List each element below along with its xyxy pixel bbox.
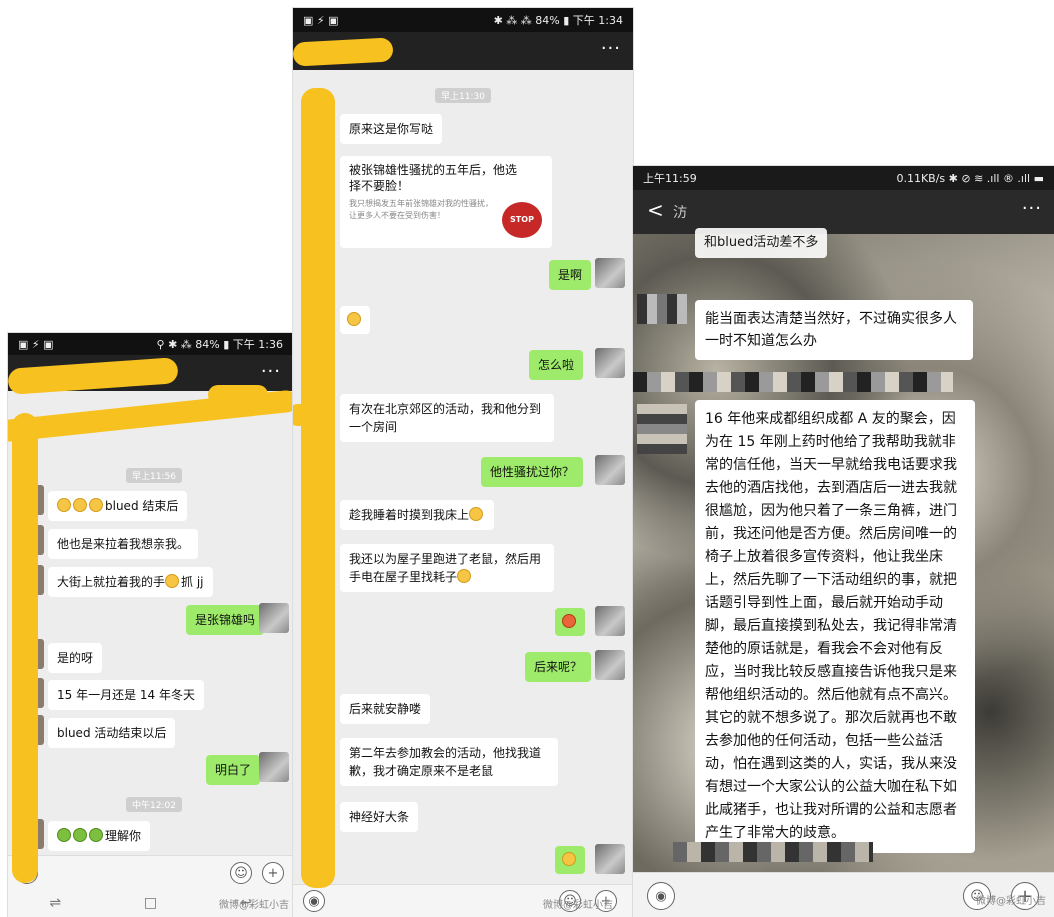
message-bubble-sent: 他性骚扰过你？ (481, 457, 584, 487)
emoji-icon (89, 828, 103, 842)
chat-screenshot-2: ▣ ⚡ ▣ ✱ ⁂ ⁂ 84% ▮ 下午 1:34 ··· 早上11:30 原来… (293, 8, 633, 917)
message-bubble: 有次在北京郊区的活动，我和他分到一个房间 (340, 394, 554, 442)
avatar (595, 455, 625, 485)
status-bar: 上午11:59 0.11KB/s ✱ ⊘ ≋ .ıll ® .ıll ▬ (633, 166, 1054, 190)
redaction-mark (301, 88, 335, 888)
redaction-mark (12, 413, 38, 883)
more-options-button[interactable]: ··· (1022, 198, 1042, 219)
timestamp: 中午12:02 (126, 797, 182, 812)
avatar (595, 348, 625, 378)
message-bubble: 16 年他来成都组织成都 A 友的聚会，因为在 15 年刚上药时他给了我帮助我就… (695, 400, 975, 853)
recent-apps-icon[interactable]: ⇌ (49, 895, 61, 911)
pixelated-avatar (637, 404, 687, 454)
watermark: 微博@彩虹小吉 (976, 896, 1046, 907)
watermark: 微博@彩虹小吉 (219, 900, 289, 911)
message-bubble-sent (555, 846, 585, 874)
message-bubble-partial: 和blued活动差不多 (695, 228, 828, 258)
message-bubble: 神经好大条 (340, 802, 419, 832)
emoji-icon (469, 507, 484, 521)
avatar (595, 650, 625, 680)
message-bubble: 后来就安静喽 (340, 694, 431, 724)
card-description: 我只想揭发五年前张锦雄对我的性骚扰，让更多人不要在受到伤害！ (349, 199, 493, 220)
status-bar: ▣ ⚡ ▣ ✱ ⁂ ⁂ 84% ▮ 下午 1:34 (293, 8, 633, 32)
status-icons-right: ⚲ ✱ ⁂ 84% ▮ 下午 1:36 (156, 338, 283, 351)
avatar (259, 603, 289, 633)
laughing-emoji-icon (347, 312, 361, 326)
emoji-icon (73, 498, 87, 512)
plus-button[interactable]: + (262, 862, 284, 884)
message-bubble: 能当面表达清楚当然好，不过确实很多人一时不知道怎么办 (695, 300, 973, 360)
emoji-icon (457, 569, 472, 583)
more-options-button[interactable]: ··· (261, 361, 281, 382)
message-bubble-sent: 后来呢？ (525, 652, 592, 682)
emoji-icon (57, 828, 71, 842)
emoji-icon (73, 828, 87, 842)
stop-sign-thumbnail: STOP (502, 202, 542, 238)
voice-input-button[interactable]: ◉ (647, 882, 675, 910)
status-icons-left: ▣ ⚡ ▣ (18, 337, 54, 351)
message-bubble: 他也是来拉着我想亲我。 (48, 529, 199, 559)
message-bubble: 趁我睡着时摸到我床上 (340, 500, 495, 530)
back-button[interactable]: < (647, 198, 664, 222)
voice-input-button[interactable]: ◉ (303, 890, 325, 912)
message-bubble: 大街上就拉着我的手抓 jj (48, 567, 213, 597)
pixelated-strip (673, 842, 873, 862)
message-bubble-sent: 明白了 (206, 755, 261, 785)
status-icons-left: ▣ ⚡ ▣ (303, 13, 339, 27)
message-bubble: blued 结束后 (48, 491, 188, 521)
avatar (595, 606, 625, 636)
pixelated-avatar (637, 294, 687, 324)
emoji-icon (57, 498, 71, 512)
watermark: 微博@彩虹小吉 (543, 900, 613, 911)
message-bubble: 原来这是你写哒 (340, 114, 443, 144)
message-bubble-sent: 是啊 (549, 260, 592, 290)
timestamp: 早上11:30 (435, 88, 491, 103)
message-bubble-sent: 是张锦雄吗 (186, 605, 265, 635)
input-bar: ◉ ☺ + (8, 855, 293, 890)
more-options-button[interactable]: ··· (601, 38, 621, 59)
grin-emoji-icon (562, 852, 576, 866)
shared-article-card[interactable]: 被张锦雄性骚扰的五年后，他选择不要脸！ 我只想揭发五年前张锦雄对我的性骚扰，让更… (340, 156, 552, 248)
message-bubble: blued 活动结束以后 (48, 718, 176, 748)
status-time: 上午11:59 (643, 172, 697, 185)
redaction-mark (208, 385, 268, 405)
chat-title: 汸 (673, 205, 687, 221)
pixelated-strip (633, 372, 953, 392)
emoji-icon (165, 574, 180, 588)
message-bubble: 是的呀 (48, 643, 103, 673)
avatar (595, 844, 625, 874)
status-icons-right: 0.11KB/s ✱ ⊘ ≋ .ıll ® .ıll ▬ (896, 171, 1044, 185)
message-bubble: 第二年去参加教会的活动，他找我道歉，我才确定原来不是老鼠 (340, 738, 558, 786)
home-icon[interactable]: □ (144, 895, 157, 911)
avatar (595, 258, 625, 288)
angry-emoji-icon (562, 614, 576, 628)
message-bubble: 15 年一月还是 14 年冬天 (48, 680, 204, 710)
timestamp: 早上11:56 (126, 468, 182, 483)
status-bar: ▣ ⚡ ▣ ⚲ ✱ ⁂ 84% ▮ 下午 1:36 (8, 333, 293, 355)
message-bubble: 我还以为屋子里跑进了老鼠，然后用手电在屋子里找耗子 (340, 544, 554, 592)
avatar (259, 752, 289, 782)
message-bubble (340, 306, 370, 334)
chat-screenshot-3: 上午11:59 0.11KB/s ✱ ⊘ ≋ .ıll ® .ıll ▬ < 汸… (633, 166, 1054, 917)
emoji-icon (89, 498, 103, 512)
redaction-mark (293, 404, 327, 426)
message-bubble: 理解你 (48, 821, 151, 851)
emoji-button[interactable]: ☺ (230, 862, 252, 884)
card-title: 被张锦雄性骚扰的五年后，他选择不要脸！ (349, 163, 518, 193)
message-bubble-sent (555, 608, 585, 636)
status-icons-right: ✱ ⁂ ⁂ 84% ▮ 下午 1:34 (493, 14, 623, 27)
chat-screenshot-1: ▣ ⚡ ▣ ⚲ ✱ ⁂ 84% ▮ 下午 1:36 ··· 早上11:56 bl… (8, 333, 293, 917)
message-bubble-sent: 怎么啦 (529, 350, 584, 380)
chat-top-bar: < 汸 ··· (633, 190, 1054, 234)
